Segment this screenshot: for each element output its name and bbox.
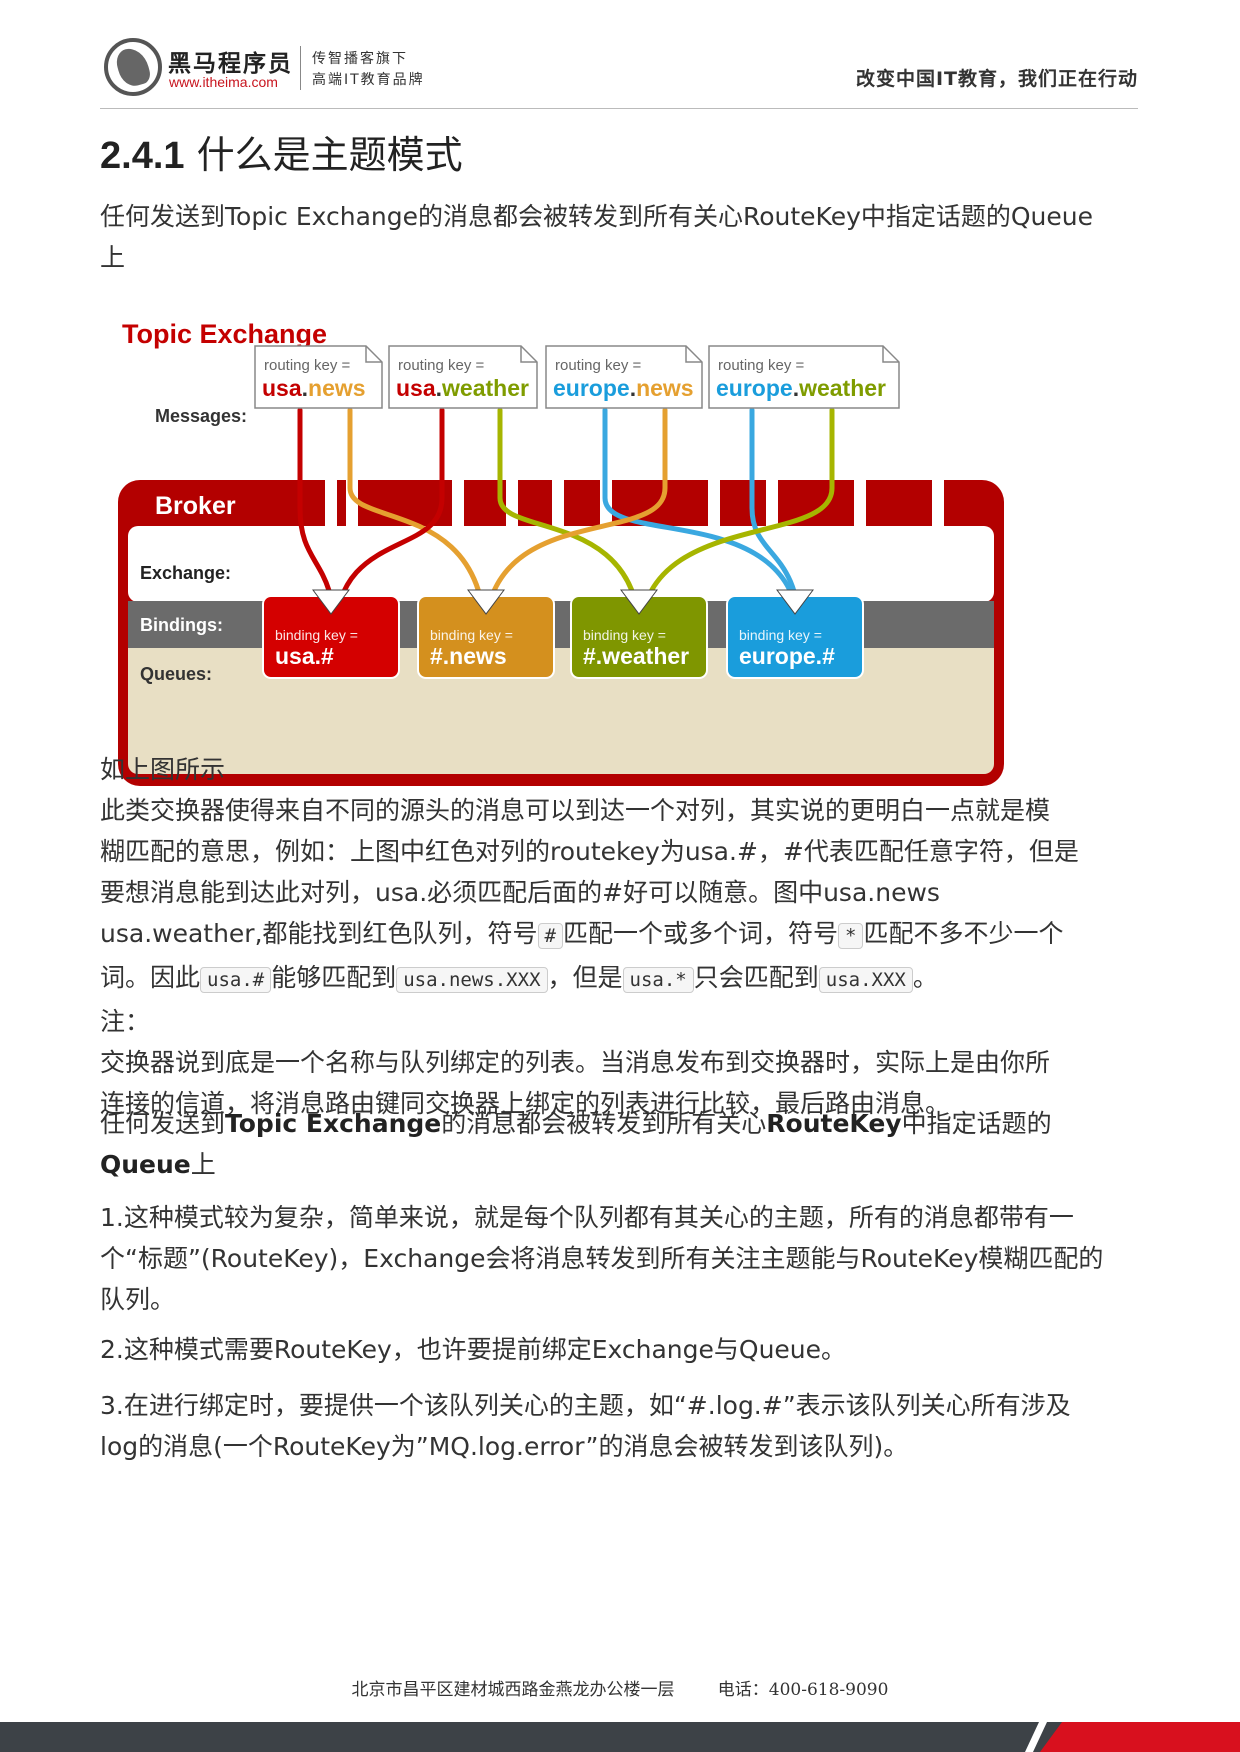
text-run: usa.weather,都能找到红色队列，符号 — [100, 919, 538, 948]
footer-phone: 电话：400-618-9090 — [717, 1680, 889, 1700]
binding-key-value: #.weather — [583, 643, 689, 669]
message-card: routing key =europe.weather — [708, 345, 900, 409]
binding-key-value: #.news — [430, 643, 507, 669]
routing-key-prefix: routing key = — [264, 357, 351, 374]
message-card: routing key =usa.news — [254, 345, 383, 409]
section-number: 2.4.1 — [100, 135, 185, 177]
inline-code: usa.* — [622, 967, 694, 993]
routing-key-prefix: routing key = — [398, 357, 485, 374]
text-run: 任何发送到 — [100, 1109, 226, 1138]
horse-logo-icon — [104, 38, 162, 96]
binding-key-prefix: binding key = — [275, 627, 358, 643]
point-1: 1.这种模式较为复杂，简单来说，就是每个队列都有其关心的主题，所有的消息都带有一… — [100, 1197, 1140, 1320]
text-run: 上 — [190, 1150, 216, 1179]
point-line: 1.这种模式较为复杂，简单来说，就是每个队列都有其关心的主题，所有的消息都带有一 — [100, 1203, 1074, 1232]
header-slogan: 改变中国IT教育，我们正在行动 — [855, 68, 1138, 90]
bold-summary-paragraph: 任何发送到Topic Exchange的消息都会被转发到所有关心RouteKey… — [100, 1103, 1140, 1185]
diagram-title: Topic Exchange — [122, 319, 327, 349]
routing-key-prefix: routing key = — [718, 357, 805, 374]
explanation-block: 如上图所示 此类交换器使得来自不同的源头的消息可以到达一个对列，其实说的更明白一… — [100, 749, 1140, 1124]
text-run: ，但是 — [547, 963, 623, 992]
text-run: 。 — [912, 963, 938, 992]
inline-code: usa.news.XXX — [396, 967, 548, 993]
explain-line: 糊匹配的意思，例如：上图中红色对列的routekey为usa.#，#代表匹配任意… — [100, 837, 1079, 866]
brand-name: 黑马程序员 — [168, 51, 293, 77]
text-run: 匹配一个或多个词，符号 — [563, 919, 839, 948]
footer-address: 北京市昌平区建材城西路金燕龙办公楼一层 电话：400-618-9090 — [0, 1675, 1240, 1700]
broker-slot — [452, 480, 464, 528]
section-title: 2.4.1 什么是主题模式 — [100, 124, 463, 179]
broker-slot — [325, 480, 337, 528]
brand-tagline-2: 高端IT教育品牌 — [312, 72, 425, 88]
footer-address-text: 北京市昌平区建材城西路金燕龙办公楼一层 — [351, 1680, 675, 1700]
binding-key-prefix: binding key = — [739, 627, 822, 643]
broker-label: Broker — [155, 492, 236, 520]
brand-url: www.itheima.com — [169, 74, 278, 90]
section-title-text: 什么是主题模式 — [196, 133, 463, 177]
brand-tagline-1: 传智播客旗下 — [312, 51, 408, 67]
text-run: 能够匹配到 — [271, 963, 397, 992]
routing-key-value: usa.weather — [396, 375, 529, 401]
routing-key-value: usa.news — [262, 375, 366, 401]
explain-line: 词。因此 usa.# 能够匹配到 usa.news.XXX ，但是 usa.* 只会匹配到 u… — [100, 957, 1140, 1001]
text-run: 的消息都会被转发到所有关心 — [441, 1109, 767, 1138]
bold-term: Topic Exchange — [225, 1109, 442, 1138]
intro-line: 任何发送到Topic Exchange的消息都会被转发到所有关心RouteKey… — [100, 202, 1094, 231]
text-run: 中指定话题的 — [901, 1109, 1052, 1138]
bold-term: RouteKey — [766, 1109, 902, 1138]
inline-code: # — [537, 923, 563, 949]
bindings-label: Bindings: — [140, 615, 223, 635]
binding-key-value: usa.# — [275, 643, 334, 669]
intro-paragraph: 任何发送到Topic Exchange的消息都会被转发到所有关心RouteKey… — [100, 196, 1140, 278]
explain-line: usa.weather,都能找到红色队列，符号 # 匹配一个或多个词，符号 * 匹配不多… — [100, 913, 1140, 957]
inline-code: * — [838, 923, 864, 949]
binding-key-prefix: binding key = — [430, 627, 513, 643]
queue-card: binding key =#.weather — [570, 589, 708, 679]
queues-band-top — [128, 648, 994, 668]
inline-code: usa.XXX — [818, 967, 913, 993]
text-run: 词。因此 — [100, 963, 201, 992]
routing-key-value: europe.news — [553, 375, 694, 401]
footer-accent — [1040, 1722, 1240, 1752]
point-line: 队列。 — [100, 1285, 176, 1314]
point-line: 个“标题”(RouteKey)，Exchange会将消息转发到所有关注主题能与R… — [100, 1244, 1104, 1273]
broker-slot — [708, 480, 720, 528]
broker-slot — [552, 480, 564, 528]
point-line: 3.在进行绑定时，要提供一个该队列关心的主题，如“#.log.#”表示该队列关心… — [100, 1391, 1071, 1420]
queue-card: binding key =usa.# — [262, 589, 400, 679]
message-group: routing key =usa.newsrouting key =usa.we… — [254, 345, 900, 409]
text-run: 只会匹配到 — [693, 963, 819, 992]
note-label: 注： — [100, 1007, 151, 1036]
brand-divider — [300, 46, 301, 90]
caption: 如上图所示 — [100, 755, 226, 784]
broker-slot — [506, 480, 518, 528]
page-header: 黑马程序员 www.itheima.com 传智播客旗下 高端IT教育品牌 改变… — [100, 30, 1138, 109]
explain-line: 此类交换器使得来自不同的源头的消息可以到达一个对列，其实说的更明白一点就是模 — [100, 796, 1051, 825]
queue-card: binding key =europe.# — [726, 589, 864, 679]
routing-key-value: europe.weather — [716, 375, 886, 401]
point-line: log的消息(一个RouteKey为”MQ.log.error”的消息会被转发到… — [100, 1432, 909, 1461]
point-3: 3.在进行绑定时，要提供一个该队列关心的主题，如“#.log.#”表示该队列关心… — [100, 1385, 1140, 1467]
note-line: 交换器说到底是一个名称与队列绑定的列表。当消息发布到交换器时，实际上是由你所 — [100, 1048, 1051, 1077]
binding-key-prefix: binding key = — [583, 627, 666, 643]
inline-code: usa.# — [200, 967, 272, 993]
queues-label: Queues: — [140, 664, 212, 684]
queue-card: binding key =#.news — [417, 589, 555, 679]
bindings-band — [128, 601, 994, 648]
text-run: 匹配不多不少一个 — [863, 919, 1064, 948]
broker-slot — [854, 480, 866, 528]
exchange-label: Exchange: — [140, 563, 231, 583]
message-card: routing key =europe.news — [545, 345, 703, 409]
topic-exchange-diagram: Topic Exchange Messages: Broker Exchange… — [118, 319, 1004, 786]
point-2: 2.这种模式需要RouteKey，也许要提前绑定Exchange与Queue。 — [100, 1335, 847, 1364]
binding-key-value: europe.# — [739, 643, 835, 669]
broker-slot — [766, 480, 778, 528]
routing-key-prefix: routing key = — [555, 357, 642, 374]
message-card: routing key =usa.weather — [388, 345, 538, 409]
intro-line: 上 — [100, 243, 126, 272]
explain-line: 要想消息能到达此对列，usa.必须匹配后面的#好可以随意。图中usa.news — [100, 878, 940, 907]
broker-slot — [932, 480, 944, 528]
messages-label: Messages: — [155, 406, 247, 426]
bold-term: Queue — [100, 1150, 191, 1179]
